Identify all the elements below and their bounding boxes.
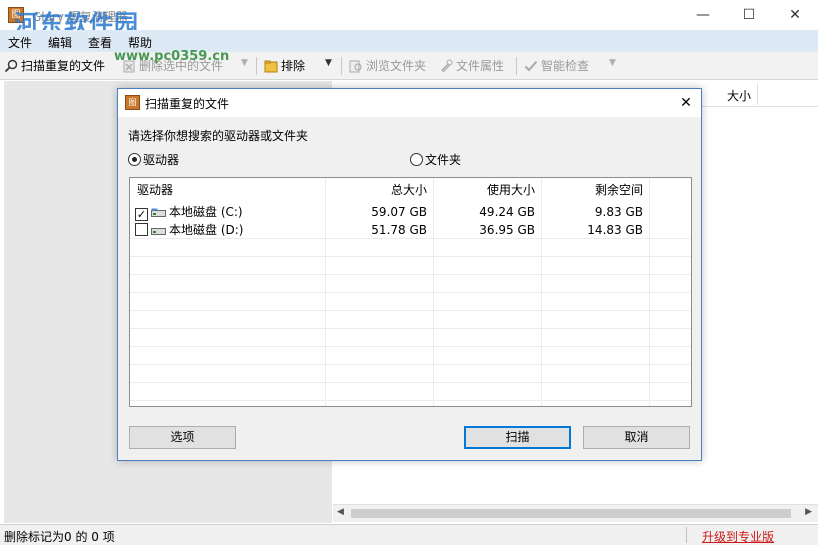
scroll-left-arrow-icon[interactable]: ◀ bbox=[337, 507, 344, 517]
upgrade-link[interactable]: 升级到专业版 bbox=[702, 528, 774, 545]
status-divider bbox=[686, 527, 687, 543]
radio-selected-icon bbox=[128, 153, 141, 166]
scan-duplicates-button[interactable]: 扫描重复的文件 bbox=[4, 57, 105, 75]
header-total-size[interactable]: 总大小 bbox=[326, 178, 427, 202]
drive-total: 59.07 GB bbox=[371, 205, 427, 219]
column-divider bbox=[757, 83, 758, 105]
delete-dropdown-chevron-icon[interactable]: ▼ bbox=[241, 58, 248, 68]
options-button[interactable]: 选项 bbox=[129, 426, 236, 449]
toolbar-divider bbox=[341, 57, 342, 75]
header-free-space[interactable]: 剩余空间 bbox=[542, 178, 643, 202]
drive-name: 本地磁盘 (D:) bbox=[169, 223, 244, 237]
browse-folder-label: 浏览文件夹 bbox=[366, 59, 427, 73]
drive-icon bbox=[151, 208, 166, 217]
scrollbar-thumb[interactable] bbox=[351, 509, 791, 518]
row-divider bbox=[130, 256, 691, 257]
drive-table: 驱动器 总大小 使用大小 剩余空间 ✓ 本地磁盘 (C:) 59.07 GB 49… bbox=[129, 177, 692, 407]
toolbar-divider bbox=[256, 57, 257, 75]
dialog-title-bar: 图 扫描重复的文件 ✕ bbox=[118, 89, 701, 117]
drive-checkbox-c[interactable]: ✓ bbox=[135, 208, 148, 221]
exclude-button[interactable]: 排除 bbox=[264, 57, 305, 75]
header-used-size[interactable]: 使用大小 bbox=[434, 178, 535, 202]
minimize-button[interactable]: — bbox=[680, 0, 726, 30]
size-column-header[interactable]: 大小 bbox=[727, 87, 751, 104]
drive-free: 14.83 GB bbox=[587, 223, 643, 237]
drive-name: 本地磁盘 (C:) bbox=[169, 205, 243, 219]
watermark-url: www.pc0359.cn bbox=[114, 49, 230, 64]
status-text: 删除标记为0 的 0 项 bbox=[4, 530, 115, 544]
drive-checkbox-d[interactable] bbox=[135, 223, 148, 236]
smart-check-dropdown-chevron-icon[interactable]: ▼ bbox=[609, 58, 616, 68]
file-properties-button[interactable]: 文件属性 bbox=[439, 57, 504, 75]
file-properties-label: 文件属性 bbox=[456, 59, 505, 73]
scan-button[interactable]: 扫描 bbox=[464, 426, 571, 449]
close-button[interactable]: ✕ bbox=[772, 0, 818, 30]
exclude-label: 排除 bbox=[281, 59, 306, 73]
row-divider bbox=[130, 310, 691, 311]
row-divider bbox=[130, 364, 691, 365]
radio-unselected-icon bbox=[410, 153, 423, 166]
menu-view[interactable]: 查看 bbox=[88, 34, 112, 51]
header-drive[interactable]: 驱动器 bbox=[137, 178, 173, 202]
scan-duplicates-label: 扫描重复的文件 bbox=[21, 59, 106, 73]
exclude-folder-icon bbox=[264, 60, 278, 73]
row-divider bbox=[130, 382, 691, 383]
status-bar: 删除标记为0 的 0 项 升级到专业版 bbox=[0, 524, 818, 545]
smart-check-label: 智能检查 bbox=[541, 59, 590, 73]
scan-dialog: 图 扫描重复的文件 ✕ 请选择你想搜索的驱动器或文件夹 驱动器 文件夹 驱动器 … bbox=[117, 88, 702, 461]
table-row[interactable]: ✓ 本地磁盘 (C:) bbox=[135, 203, 243, 221]
drive-used: 49.24 GB bbox=[479, 205, 535, 219]
radio-drives[interactable]: 驱动器 bbox=[128, 151, 179, 167]
dialog-app-icon: 图 bbox=[125, 95, 140, 110]
scroll-right-arrow-icon[interactable]: ▶ bbox=[805, 507, 812, 517]
row-divider bbox=[130, 274, 691, 275]
dialog-prompt: 请选择你想搜索的驱动器或文件夹 bbox=[128, 129, 309, 143]
checkmark-icon bbox=[524, 60, 538, 72]
title-bar: 图 Glary 重复清理器 河东软件园 — ☐ ✕ bbox=[0, 0, 818, 38]
row-divider bbox=[130, 328, 691, 329]
checkmark-icon: ✓ bbox=[136, 208, 147, 221]
table-row[interactable]: 本地磁盘 (D:) bbox=[135, 221, 243, 239]
dialog-title: 扫描重复的文件 bbox=[145, 97, 230, 111]
drive-used: 36.95 GB bbox=[479, 223, 535, 237]
row-divider bbox=[130, 400, 691, 401]
smart-check-button[interactable]: 智能检查 bbox=[524, 57, 589, 75]
radio-drives-label: 驱动器 bbox=[143, 153, 180, 167]
drive-total: 51.78 GB bbox=[371, 223, 427, 237]
cancel-button[interactable]: 取消 bbox=[583, 426, 690, 449]
exclude-dropdown-chevron-icon[interactable]: ▼ bbox=[325, 58, 332, 68]
row-divider bbox=[130, 292, 691, 293]
drive-icon bbox=[151, 228, 166, 235]
properties-icon bbox=[441, 59, 453, 73]
horizontal-scrollbar[interactable]: ◀ ▶ bbox=[333, 504, 818, 522]
menu-edit[interactable]: 编辑 bbox=[48, 34, 72, 51]
drive-free: 9.83 GB bbox=[594, 205, 643, 219]
magnifier-icon bbox=[4, 59, 18, 73]
row-divider bbox=[130, 346, 691, 347]
toolbar-divider bbox=[516, 57, 517, 75]
radio-folder[interactable]: 文件夹 bbox=[410, 151, 461, 167]
maximize-button[interactable]: ☐ bbox=[726, 0, 772, 30]
menu-file[interactable]: 文件 bbox=[8, 34, 32, 51]
browse-folder-button[interactable]: 浏览文件夹 bbox=[349, 57, 426, 75]
dialog-close-button[interactable]: ✕ bbox=[674, 91, 698, 115]
radio-folder-label: 文件夹 bbox=[425, 153, 462, 167]
browse-folder-icon bbox=[349, 60, 362, 73]
